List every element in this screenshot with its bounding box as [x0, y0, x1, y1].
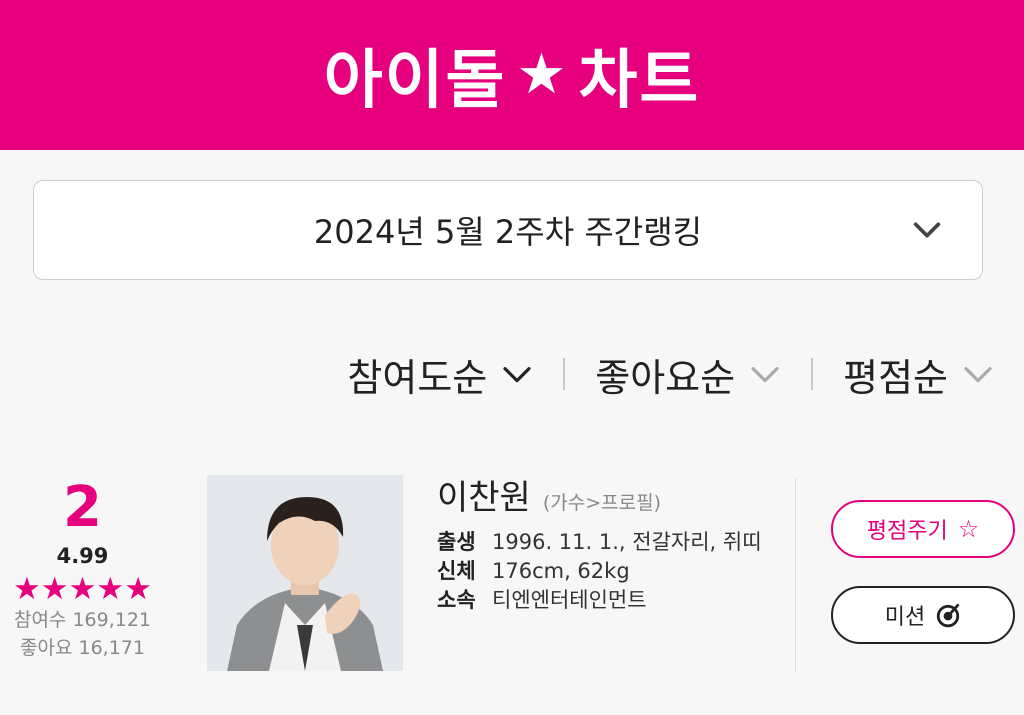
- rank-number: 2: [63, 475, 102, 540]
- rank-summary: 2 4.99 ★ ★ ★ ★ ★ 참여수 169,121 좋아요 16,171: [0, 480, 165, 661]
- sort-label: 평점순: [843, 355, 948, 400]
- detail-row-body: 신체 176cm, 62kg: [437, 558, 777, 585]
- divider: [811, 358, 814, 390]
- rating-score: 4.99: [56, 544, 109, 568]
- divider: [795, 478, 796, 673]
- logo-star-icon: ★: [516, 42, 569, 107]
- like-count: 좋아요 16,171: [20, 636, 145, 659]
- sort-by-participation[interactable]: 참여도순: [347, 347, 533, 402]
- chevron-down-icon: [751, 367, 779, 383]
- detail-key: 출생: [437, 530, 476, 554]
- logo-text-right: 차트: [578, 44, 701, 118]
- detail-value: 티엔엔터테인먼트: [492, 587, 647, 612]
- star-icon: ★: [13, 571, 41, 607]
- divider: [563, 358, 566, 390]
- target-icon: [937, 603, 960, 628]
- artist-info: 이찬원 (가수>프로필) 출생 1996. 11. 1., 전갈자리, 쥐띠 신…: [437, 470, 777, 614]
- sort-by-rating[interactable]: 평점순: [843, 347, 994, 402]
- star-icon: ★: [40, 571, 69, 607]
- sort-label: 참여도순: [347, 355, 488, 400]
- chevron-down-icon: [913, 222, 941, 238]
- detail-row-birth: 출생 1996. 11. 1., 전갈자리, 쥐띠: [437, 529, 777, 556]
- ranking-card: 2 4.99 ★ ★ ★ ★ ★ 참여수 169,121 좋아요 16,171 …: [0, 470, 1024, 680]
- star-outline-icon: ☆: [957, 515, 980, 543]
- button-label: 평점주기: [866, 519, 948, 544]
- give-rating-button[interactable]: 평점주기 ☆: [831, 500, 1015, 558]
- sort-tabs: 참여도순 좋아요순 평점순: [347, 342, 994, 406]
- logo-text-left: 아이돌: [323, 44, 507, 118]
- participant-count: 참여수 169,121: [13, 609, 152, 631]
- star-icon: ★: [68, 571, 97, 607]
- detail-value: 176cm, 62kg: [492, 558, 630, 583]
- week-ranking-select[interactable]: 2024년 5월 2주차 주간랭킹: [33, 180, 983, 280]
- app-header: 아이돌 ★ 차트: [0, 0, 1024, 150]
- star-icon: ★: [124, 571, 152, 607]
- star-icon: ★: [96, 571, 125, 607]
- artist-photo[interactable]: [207, 475, 403, 671]
- week-ranking-label: 2024년 5월 2주차 주간랭킹: [313, 213, 703, 251]
- artist-photo-illustration: [207, 475, 403, 671]
- detail-key: 신체: [437, 558, 476, 583]
- chevron-down-icon: [964, 367, 992, 383]
- artist-name[interactable]: 이찬원: [437, 470, 531, 519]
- star-rating: ★ ★ ★ ★ ★: [0, 574, 165, 605]
- button-label: 미션: [884, 605, 926, 630]
- mission-button[interactable]: 미션: [831, 586, 1015, 644]
- app-logo[interactable]: 아이돌 ★ 차트: [324, 29, 701, 121]
- detail-value: 1996. 11. 1., 전갈자리, 쥐띠: [492, 530, 762, 554]
- chevron-down-icon: [503, 367, 531, 383]
- detail-row-agency: 소속 티엔엔터테인먼트: [437, 587, 777, 614]
- detail-key: 소속: [437, 587, 476, 612]
- profile-link[interactable]: (가수>프로필): [543, 488, 661, 515]
- sort-label: 좋아요순: [595, 355, 736, 400]
- sort-by-likes[interactable]: 좋아요순: [595, 347, 781, 402]
